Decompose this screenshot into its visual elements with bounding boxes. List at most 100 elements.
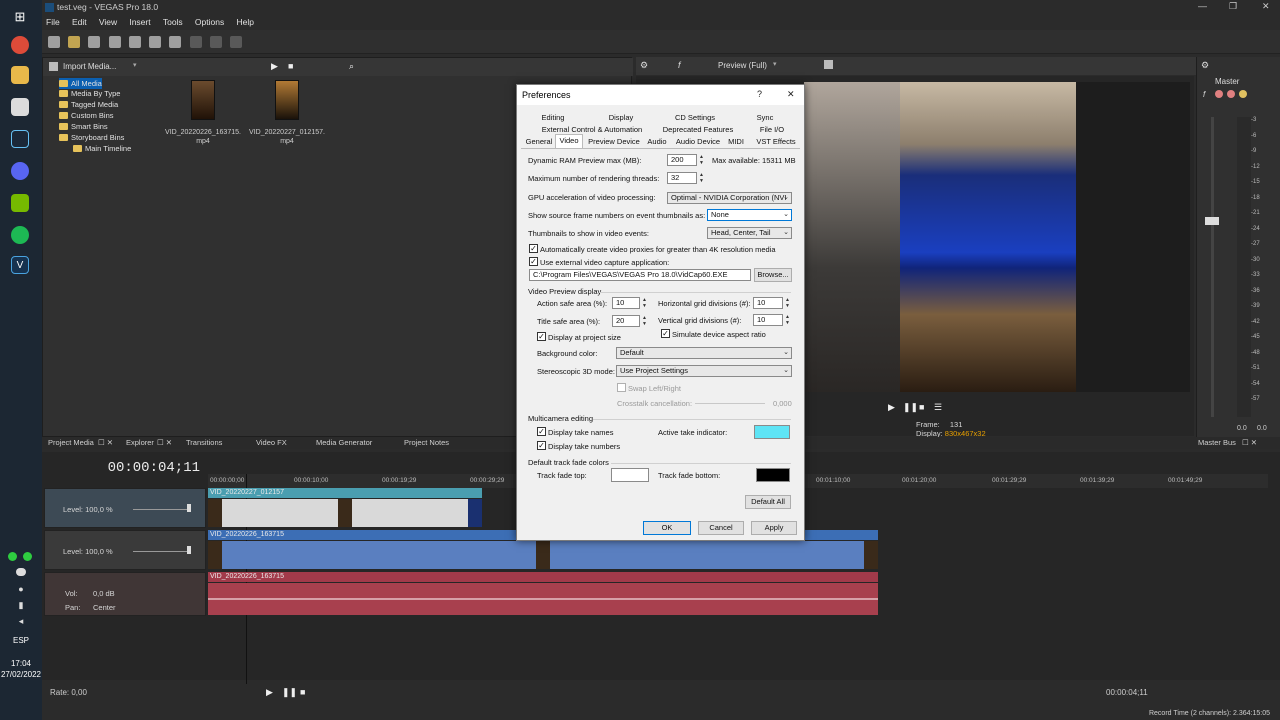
title-safe-input[interactable]: 20 [612,315,640,327]
steam-icon[interactable] [11,130,29,148]
tree-media-by-type[interactable]: Media By Type [59,88,120,99]
tab-sync[interactable]: Sync [755,112,775,124]
clip-header[interactable]: VID_20220227_012157 [208,488,482,498]
frame-numbers-select[interactable]: None ⌄ [707,209,792,221]
master-settings-icon[interactable]: ⚙ [1201,60,1209,71]
menu-help[interactable]: Help [236,15,253,29]
ram-spinner-icon[interactable]: ▲ ▼ [698,154,705,166]
save-icon[interactable] [88,36,101,48]
tab-media-generator[interactable]: Media Generator [316,437,372,449]
settings-icon[interactable] [128,36,141,48]
preview-quality-dropdown[interactable]: Preview (Full) [718,61,767,70]
tab-cd-settings[interactable]: CD Settings [672,112,718,124]
new-project-icon[interactable] [48,36,60,48]
import-media-button[interactable]: Import Media... [63,62,116,71]
preview-settings-icon[interactable]: ⚙ [640,60,648,71]
windows-start-icon[interactable]: ⊞ [11,8,29,26]
microphone-icon[interactable]: ● [16,584,26,594]
track-header-video-1[interactable]: Level: 100,0 % [44,488,206,528]
discord-icon[interactable] [11,162,29,180]
preview-pause-icon[interactable]: ❚❚ [903,402,918,413]
video-fx-icon[interactable]: f [678,60,681,70]
capture-checkbox[interactable]: ✓ [529,257,538,266]
master-solo-icon[interactable] [1227,90,1235,98]
snapshot-icon[interactable] [824,60,833,69]
proxies-checkbox[interactable]: ✓ [529,244,538,253]
master-fader-track[interactable] [1211,117,1214,417]
gpu-select[interactable]: Optimal - NVIDIA Corporation (NVI ⌄ [667,192,792,204]
tab-project-notes[interactable]: Project Notes [404,437,449,449]
vegas-icon[interactable]: V [11,256,29,274]
tab-video[interactable]: Video [555,134,583,148]
tab-deprecated-features[interactable]: Deprecated Features [661,124,735,136]
crosstalk-slider[interactable] [695,403,765,404]
track-header-video-2[interactable]: Level: 100,0 % [44,530,206,570]
menu-file[interactable]: File [46,15,60,29]
preview-menu-icon[interactable]: ☰ [934,402,942,413]
apply-button[interactable]: Apply [751,521,797,535]
menu-insert[interactable]: Insert [129,15,150,29]
tab-master-bus-close[interactable]: ☐ ✕ [1242,437,1257,449]
redo-icon[interactable] [230,36,243,48]
level-slider[interactable] [133,551,189,552]
zoom-icon[interactable]: ⌕ [349,61,354,72]
master-automation-icon[interactable] [1239,90,1247,98]
swap-checkbox[interactable] [617,383,626,392]
tab-vst-effects[interactable]: VST Effects [753,136,799,148]
bg-color-select[interactable]: Default ⌄ [616,347,792,359]
import-media-icon[interactable] [49,62,58,71]
undo-icon[interactable] [209,36,222,48]
master-mute-icon[interactable] [1215,90,1223,98]
fade-top-color-swatch[interactable] [611,468,649,482]
menu-edit[interactable]: Edit [72,15,87,29]
vgrid-spinner-icon[interactable]: ▲ ▼ [784,314,791,326]
properties-icon[interactable] [169,36,182,48]
tab-project-media-close[interactable]: ☐ ✕ [98,437,113,449]
media-thumbnail-2[interactable] [275,80,299,120]
action-safe-spinner-icon[interactable]: ▲ ▼ [641,297,648,309]
tray-nvidia-icon[interactable] [23,552,32,561]
tab-master-bus[interactable]: Master Bus [1198,437,1236,449]
tree-smart-bins[interactable]: Smart Bins [59,121,108,132]
threads-spinner-icon[interactable]: ▲ ▼ [698,172,705,184]
active-take-color-swatch[interactable] [754,425,790,439]
cut-icon[interactable] [189,36,202,48]
tab-general[interactable]: General [525,136,553,148]
default-all-button[interactable]: Default All [745,495,791,509]
pause-icon[interactable]: ❚❚ [282,687,297,698]
tab-project-media[interactable]: Project Media [48,437,94,449]
tab-transitions[interactable]: Transitions [186,437,222,449]
save-as-icon[interactable] [108,36,121,48]
preview-stop-icon[interactable]: ■ [919,402,924,412]
mail-icon[interactable] [11,98,29,116]
tab-preview-device[interactable]: Preview Device [587,136,641,148]
stop-icon[interactable]: ■ [300,687,305,697]
video-clip-2[interactable] [208,541,878,569]
track-header-audio[interactable]: Vol: 0,0 dB Pan: Center [44,572,206,616]
battery-icon[interactable]: ▮ [16,600,26,610]
fade-bottom-color-swatch[interactable] [756,468,790,482]
master-fader-handle[interactable] [1205,217,1219,225]
file-explorer-icon[interactable] [11,66,29,84]
stop-media-icon[interactable]: ■ [288,61,293,71]
play-media-icon[interactable]: ▶ [271,61,278,72]
preview-play-icon[interactable]: ▶ [888,402,895,413]
master-fx-icon[interactable]: f [1203,90,1205,99]
import-dropdown-icon[interactable]: ▾ [133,61,137,69]
tab-file-io[interactable]: File I/O [757,124,787,136]
tree-custom-bins[interactable]: Custom Bins [59,110,114,121]
thumbnails-select[interactable]: Head, Center, Tail ⌄ [707,227,792,239]
level-slider[interactable] [133,509,189,510]
restore-icon[interactable]: ❐ [1229,1,1237,12]
take-names-checkbox[interactable]: ✓ [537,427,546,436]
project-size-checkbox[interactable]: ✓ [537,332,546,341]
close-icon[interactable]: ✕ [787,89,795,100]
tab-video-fx[interactable]: Video FX [256,437,287,449]
take-numbers-checkbox[interactable]: ✓ [537,441,546,450]
minimize-icon[interactable]: — [1198,1,1207,11]
aspect-ratio-checkbox[interactable]: ✓ [661,329,670,338]
level-slider-handle[interactable] [187,504,191,512]
threads-input[interactable]: 32 [667,172,697,184]
vgrid-input[interactable]: 10 [753,314,783,326]
menu-tools[interactable]: Tools [163,15,183,29]
